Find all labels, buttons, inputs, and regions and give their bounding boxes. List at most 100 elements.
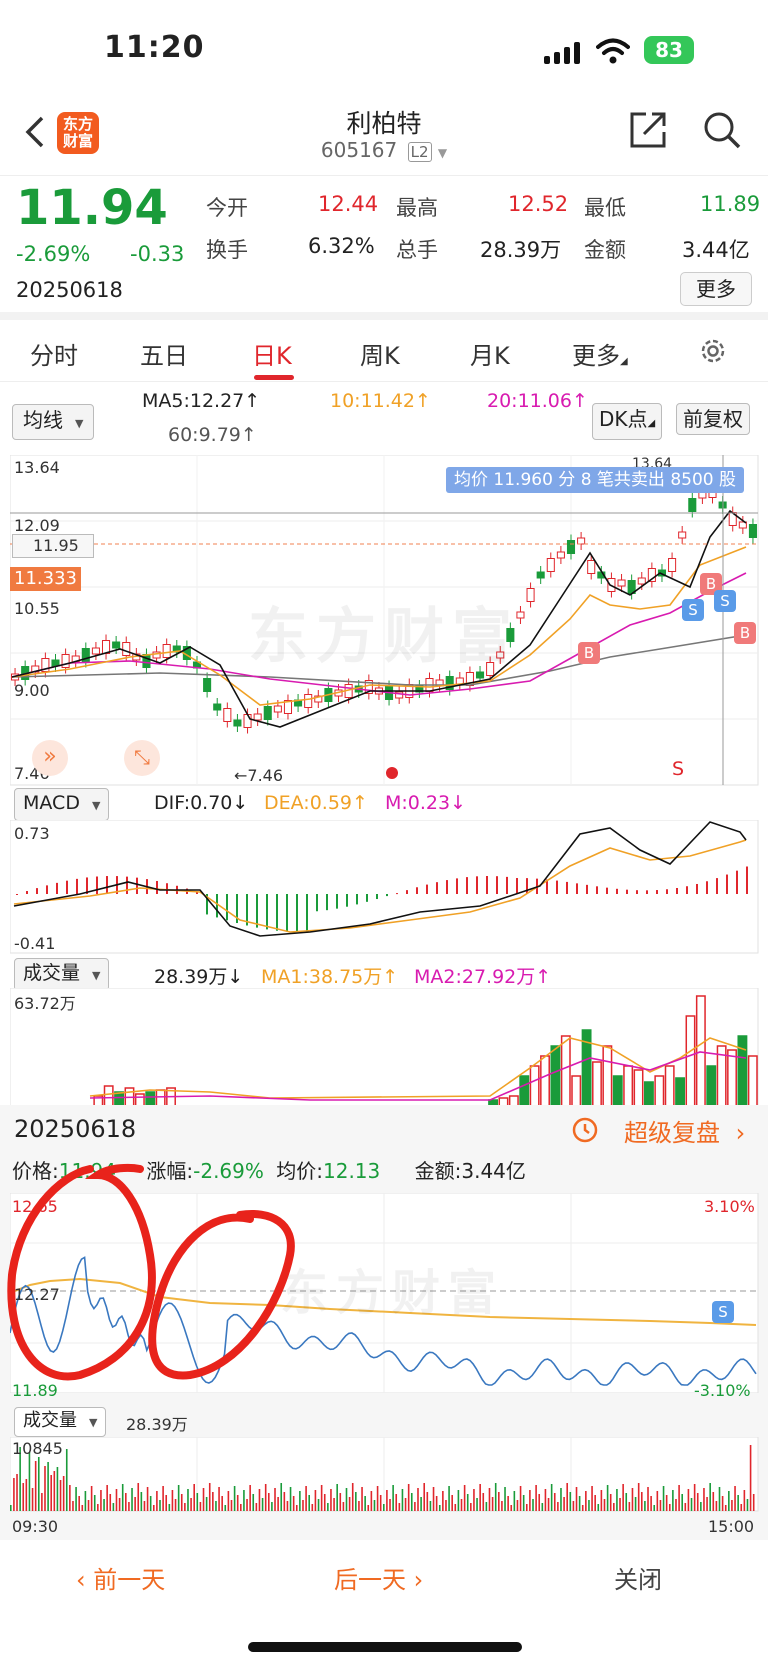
super-replay-link[interactable]: 超级复盘 › [570, 1113, 745, 1148]
macd-bar [706, 881, 708, 894]
macd-bar [736, 870, 738, 894]
macd-bar [616, 888, 618, 894]
intraday-volume-bar [609, 1494, 612, 1511]
intraday-volume-bar [463, 1485, 466, 1511]
amount-value: 3.44亿 [461, 1159, 526, 1183]
close-button[interactable]: 关闭 [614, 1560, 662, 1595]
intraday-volume-bar [675, 1499, 677, 1511]
intraday-volume-bar [177, 1485, 180, 1511]
ma20-label: 20:11.06↑ [487, 390, 588, 412]
tab-timeshare[interactable]: 分时 [30, 336, 78, 371]
expand-icon[interactable]: ⤡ [124, 740, 160, 776]
intraday-volume-bar [10, 1505, 12, 1511]
intraday-volume-bar [606, 1485, 609, 1511]
macd-bar [606, 887, 608, 894]
next-day-button[interactable]: 后一天 › [334, 1560, 423, 1595]
sell-signal-s-2[interactable]: S [714, 590, 736, 612]
buy-signal-b-3[interactable]: B [734, 622, 756, 644]
indicator-select[interactable]: 均线 ▼ [12, 404, 95, 440]
macd-bar [26, 891, 28, 894]
tab-daily-k[interactable]: 日K [252, 336, 292, 371]
intraday-volume-bar [221, 1496, 223, 1511]
sell-signal-s[interactable]: S [682, 599, 704, 621]
macd-dea: DEA:0.59↑ [264, 792, 368, 814]
macd-bar [346, 894, 348, 907]
intraday-volume-bar [457, 1490, 460, 1511]
tab-weekly-k[interactable]: 周K [360, 336, 400, 371]
intraday-volume-bar [622, 1484, 624, 1511]
candle-body [91, 647, 100, 655]
share-icon[interactable] [628, 110, 668, 150]
volume-ma2: MA2:27.92万↑ [414, 966, 552, 988]
home-indicator [248, 1642, 522, 1652]
macd-chart[interactable] [10, 820, 760, 955]
buy-signal-b[interactable]: B [578, 642, 600, 664]
macd-bar [666, 889, 668, 894]
volume-bar [571, 1075, 582, 1106]
ma10-label: 10:11.42↑ [330, 390, 431, 412]
intraday-volume-bar [258, 1489, 261, 1511]
fast-forward-icon[interactable]: » [32, 740, 68, 776]
intraday-volume-bar [81, 1505, 84, 1511]
intraday-volume-bar [706, 1497, 708, 1511]
intraday-volume-bar [687, 1489, 690, 1511]
battery-icon: 83 [644, 36, 694, 64]
intraday-volume-bar [152, 1505, 155, 1511]
low-marker: ←7.46 [234, 766, 284, 785]
intraday-volume-bar [190, 1498, 192, 1511]
intraday-volume-bar [249, 1485, 251, 1511]
intraday-volume-bar [106, 1485, 108, 1511]
tab-five-day[interactable]: 五日 [140, 336, 188, 371]
adjust-button[interactable]: 前复权 [676, 403, 750, 435]
intraday-volume-bar [47, 1462, 49, 1511]
intraday-volume-bar [429, 1501, 432, 1511]
search-icon[interactable] [702, 110, 742, 150]
intraday-volume-bar [594, 1495, 596, 1511]
intraday-volume-bar [342, 1502, 345, 1511]
macd-bar [646, 890, 648, 894]
intraday-sell-signal[interactable]: S [712, 1301, 734, 1323]
volume-chart[interactable] [10, 988, 760, 1106]
intraday-volume-bar [662, 1486, 665, 1511]
battery-level: 83 [655, 38, 683, 62]
prev-day-button[interactable]: ‹ 前一天 [76, 1560, 165, 1595]
volume-select-label: 成交量 [23, 962, 81, 984]
dk-point-button[interactable]: DK点◢ [592, 403, 663, 440]
intraday-volume-bar [78, 1496, 80, 1511]
volume-select[interactable]: 成交量 ▼ [14, 958, 110, 991]
intraday-volume-select[interactable]: 成交量 ▼ [14, 1407, 107, 1437]
macd-bar [46, 885, 48, 894]
tab-more[interactable]: 更多◢ [572, 336, 628, 371]
intraday-volume-bar [156, 1491, 158, 1511]
intraday-volume-bar [283, 1492, 286, 1511]
macd-bar [356, 894, 358, 905]
intraday-volume-bar [243, 1490, 245, 1511]
macd-bar [636, 890, 638, 894]
intraday-volume-bar [700, 1502, 702, 1511]
low-label: 最低 [584, 196, 626, 220]
intraday-volume-bar [56, 1467, 59, 1511]
more-button[interactable]: 更多 [680, 272, 752, 306]
macd-bar [136, 877, 138, 894]
intraday-volume-bar [218, 1487, 220, 1511]
intraday-volume-bar [317, 1499, 320, 1511]
tab-monthly-k[interactable]: 月K [470, 336, 510, 371]
macd-select[interactable]: MACD ▼ [14, 788, 110, 821]
macd-bar [716, 878, 718, 894]
settings-gear-icon[interactable] [698, 336, 728, 366]
intraday-volume-bar [236, 1495, 239, 1511]
intraday-volume-bar [233, 1486, 236, 1511]
macd-bar [76, 878, 78, 894]
indicator-select-label: 均线 [23, 408, 63, 432]
intraday-volume-bar [451, 1495, 453, 1511]
intraday-volume-bar [227, 1491, 230, 1511]
intraday-volume-bar [159, 1500, 161, 1511]
macd-bar [166, 883, 168, 894]
intraday-volume-chart[interactable] [10, 1437, 760, 1513]
intraday-volume-bar [553, 1493, 556, 1511]
intraday-volume-bar [473, 1489, 475, 1511]
intraday-volume-bar [423, 1483, 426, 1511]
intraday-volume-bar [62, 1476, 65, 1511]
macd-bar [476, 876, 478, 894]
intraday-volume-bar [659, 1500, 662, 1511]
